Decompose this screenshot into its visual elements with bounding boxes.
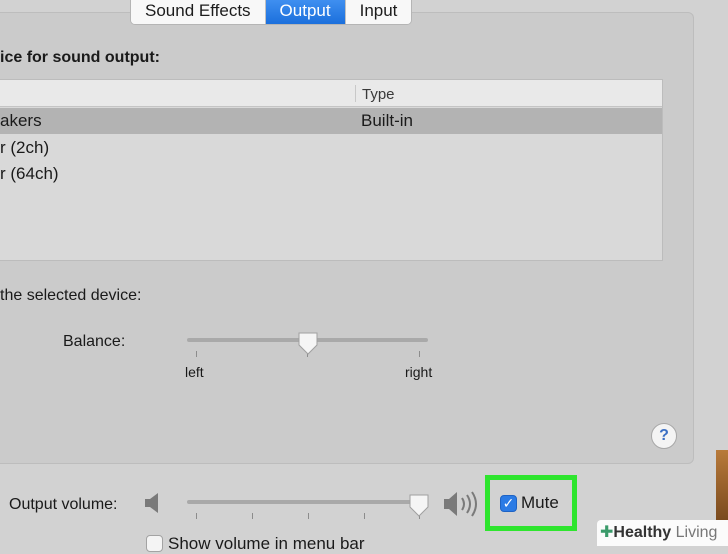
device-list-heading: ice for sound output: bbox=[0, 49, 160, 66]
table-row[interactable]: r (2ch) bbox=[0, 135, 662, 161]
slider-tick bbox=[419, 351, 420, 357]
mute-checkbox[interactable]: ✓ bbox=[500, 495, 517, 512]
tab-output[interactable]: Output bbox=[265, 0, 346, 24]
slider-tick bbox=[308, 513, 309, 519]
mute-label[interactable]: Mute bbox=[521, 493, 559, 513]
tab-sound-effects[interactable]: Sound Effects bbox=[131, 0, 266, 24]
balance-label: Balance: bbox=[63, 333, 126, 350]
show-volume-checkbox[interactable] bbox=[146, 535, 163, 552]
watermark-plus-icon: ✚ bbox=[600, 524, 614, 541]
table-row[interactable]: r (64ch) bbox=[0, 161, 662, 187]
slider-tick bbox=[364, 513, 365, 519]
slider-tick bbox=[196, 513, 197, 519]
watermark: ✚Healthy Living bbox=[597, 520, 728, 546]
mute-highlight-box: ✓ Mute bbox=[485, 475, 577, 531]
background-edge bbox=[716, 450, 728, 520]
device-name: r (64ch) bbox=[0, 164, 59, 183]
output-device-table: Type akers Built-in r (2ch) r (64ch) bbox=[0, 79, 663, 261]
slider-tick bbox=[196, 351, 197, 357]
tab-input[interactable]: Input bbox=[345, 0, 412, 24]
watermark-brand-b: Living bbox=[671, 524, 718, 541]
settings-heading: the selected device: bbox=[0, 287, 142, 304]
column-header-type[interactable]: Type bbox=[362, 86, 395, 103]
watermark-brand-a: Healthy bbox=[613, 524, 672, 541]
table-row[interactable]: akers Built-in bbox=[0, 108, 662, 134]
volume-slider-track[interactable] bbox=[187, 500, 428, 504]
speaker-high-icon bbox=[444, 491, 477, 517]
table-header: Type bbox=[0, 80, 662, 107]
tab-bar: Sound Effects Output Input bbox=[130, 0, 413, 25]
speaker-low-icon bbox=[145, 493, 158, 513]
balance-right-label: right bbox=[405, 364, 433, 380]
balance-slider-thumb[interactable] bbox=[297, 331, 319, 357]
slider-tick bbox=[252, 513, 253, 519]
device-type: Built-in bbox=[361, 111, 413, 130]
column-separator bbox=[355, 85, 356, 102]
help-button[interactable]: ? bbox=[651, 423, 677, 449]
device-name: akers bbox=[0, 111, 42, 130]
question-icon: ? bbox=[659, 427, 669, 444]
balance-left-label: left bbox=[185, 364, 204, 380]
device-name: r (2ch) bbox=[0, 138, 50, 157]
volume-slider-thumb[interactable] bbox=[408, 493, 430, 519]
output-volume-label: Output volume: bbox=[9, 496, 118, 513]
show-volume-label[interactable]: Show volume in menu bar bbox=[168, 534, 365, 554]
